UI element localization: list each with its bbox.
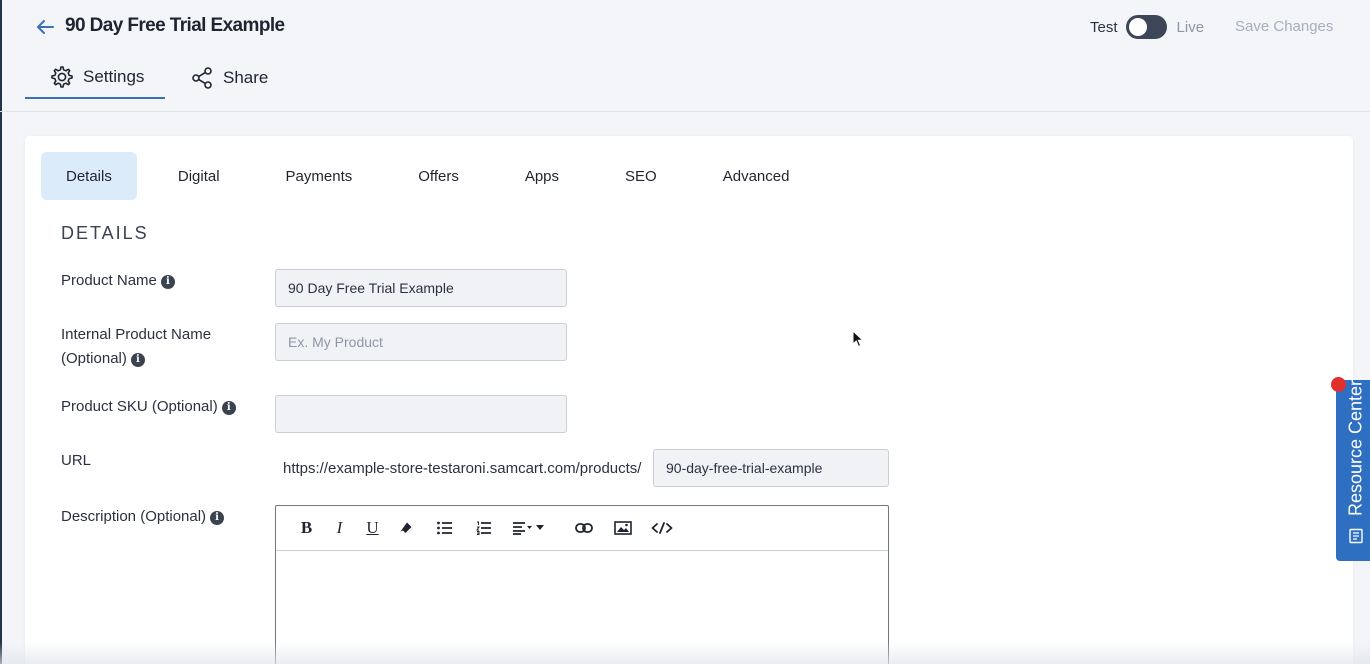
info-icon[interactable]: i	[160, 275, 175, 289]
info-icon[interactable]: i	[130, 353, 145, 367]
tab-seo[interactable]: SEO	[625, 152, 657, 200]
tab-offers[interactable]: Offers	[418, 152, 459, 200]
section-heading: DETAILS	[61, 223, 149, 243]
product-settings-card: Details Digital Payments Offers Apps SEO…	[25, 136, 1353, 664]
section-tabs: Details Digital Payments Offers Apps SEO…	[41, 152, 789, 200]
image-icon	[613, 521, 632, 535]
internal-name-label: Internal Product Name (Optional) i	[61, 323, 211, 371]
tab-settings[interactable]: Settings	[25, 56, 165, 99]
bold-button[interactable]: B	[290, 514, 323, 542]
clear-format-button[interactable]	[389, 514, 422, 542]
tab-settings-label: Settings	[83, 66, 145, 86]
internal-name-label-line2: (Optional)	[61, 350, 127, 367]
page-header: 90 Day Free Trial Example Test Live Save…	[0, 0, 1370, 112]
product-name-label-text: Product Name	[61, 272, 157, 289]
info-icon[interactable]: i	[210, 511, 225, 525]
switch-knob	[1128, 18, 1147, 36]
live-label: Live	[1176, 18, 1205, 36]
sku-label-text: Product SKU (Optional)	[61, 398, 218, 415]
internal-name-input[interactable]	[275, 323, 567, 361]
editor-content-area[interactable]	[276, 551, 888, 664]
test-label: Test	[1090, 18, 1118, 36]
tab-payments[interactable]: Payments	[286, 152, 353, 200]
save-changes-button[interactable]: Save Changes	[1235, 18, 1333, 35]
underline-button[interactable]: U	[356, 514, 389, 542]
tab-share[interactable]: Share	[165, 56, 295, 99]
top-tabs: Settings Share	[25, 56, 295, 99]
description-editor: B I U	[275, 505, 889, 664]
bulleted-list-icon	[436, 521, 452, 535]
tab-share-label: Share	[223, 67, 269, 87]
resource-center-label: Resource Center	[1345, 379, 1366, 517]
info-icon[interactable]: i	[221, 401, 236, 415]
image-button[interactable]	[606, 514, 639, 542]
description-label: Description (Optional) i	[61, 505, 225, 529]
tab-apps[interactable]: Apps	[525, 152, 559, 200]
page-title: 90 Day Free Trial Example	[65, 15, 285, 36]
gear-icon	[50, 65, 74, 89]
tab-advanced[interactable]: Advanced	[723, 152, 790, 200]
underline-icon: U	[366, 518, 379, 537]
description-label-text: Description (Optional)	[61, 508, 207, 525]
share-icon	[190, 66, 214, 90]
url-slug-input[interactable]	[653, 449, 889, 487]
italic-icon: I	[336, 518, 343, 537]
back-button[interactable]	[34, 16, 56, 38]
url-prefix: https://example-store-testaroni.samcart.…	[283, 460, 642, 477]
more-options-button[interactable]	[531, 514, 549, 542]
test-live-toggle: Test Live	[1090, 14, 1204, 40]
numbered-list-button[interactable]	[467, 514, 500, 542]
editor-toolbar: B I U	[276, 506, 888, 551]
internal-name-label-line1: Internal Product Name	[61, 326, 212, 343]
url-label: URL	[61, 452, 92, 469]
product-name-label: Product Name i	[61, 269, 175, 293]
resource-center-button[interactable]: Resource Center	[1336, 380, 1370, 561]
numbered-list-icon	[475, 521, 491, 535]
link-button[interactable]	[567, 514, 600, 542]
sku-input[interactable]	[275, 395, 567, 433]
tab-details[interactable]: Details	[41, 152, 137, 200]
caret-down-icon	[536, 525, 544, 530]
mouse-cursor-icon	[852, 330, 864, 348]
link-icon	[574, 523, 593, 533]
eraser-icon	[400, 522, 411, 533]
bold-icon: B	[300, 518, 313, 537]
bulleted-list-button[interactable]	[428, 514, 461, 542]
sku-label: Product SKU (Optional) i	[61, 395, 236, 419]
italic-button[interactable]: I	[323, 514, 356, 542]
tab-digital[interactable]: Digital	[178, 152, 220, 200]
book-icon	[1349, 528, 1363, 544]
product-name-input[interactable]	[275, 269, 567, 307]
code-view-button[interactable]	[645, 514, 678, 542]
notification-dot	[1331, 377, 1346, 392]
arrow-left-icon	[37, 20, 54, 34]
code-icon	[651, 522, 672, 534]
mode-switch[interactable]	[1125, 15, 1167, 39]
